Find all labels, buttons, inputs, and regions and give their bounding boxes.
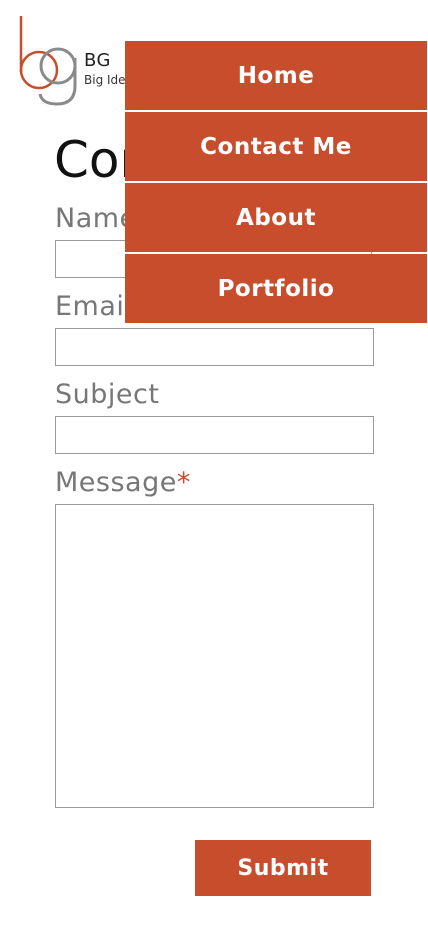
subject-field[interactable] xyxy=(55,416,374,454)
required-asterisk: * xyxy=(176,467,191,498)
submit-button[interactable]: Submit xyxy=(195,840,371,896)
logo-mark-icon xyxy=(19,16,77,106)
brand-logo[interactable]: BG Big Ideas xyxy=(18,14,139,106)
nav-item-contact-me[interactable]: Contact Me xyxy=(125,112,427,181)
message-textarea[interactable] xyxy=(55,504,374,808)
email-label: Email xyxy=(55,291,133,322)
nav-item-home[interactable]: Home xyxy=(125,41,427,110)
brand-initials: BG xyxy=(84,50,111,71)
nav-item-portfolio[interactable]: Portfolio xyxy=(125,254,427,323)
nav-dropdown-menu: Home Contact Me About Portfolio xyxy=(125,41,427,323)
nav-item-about[interactable]: About xyxy=(125,183,427,252)
message-label: Message* xyxy=(55,467,191,498)
email-field[interactable] xyxy=(55,328,374,366)
subject-label: Subject xyxy=(55,379,160,410)
